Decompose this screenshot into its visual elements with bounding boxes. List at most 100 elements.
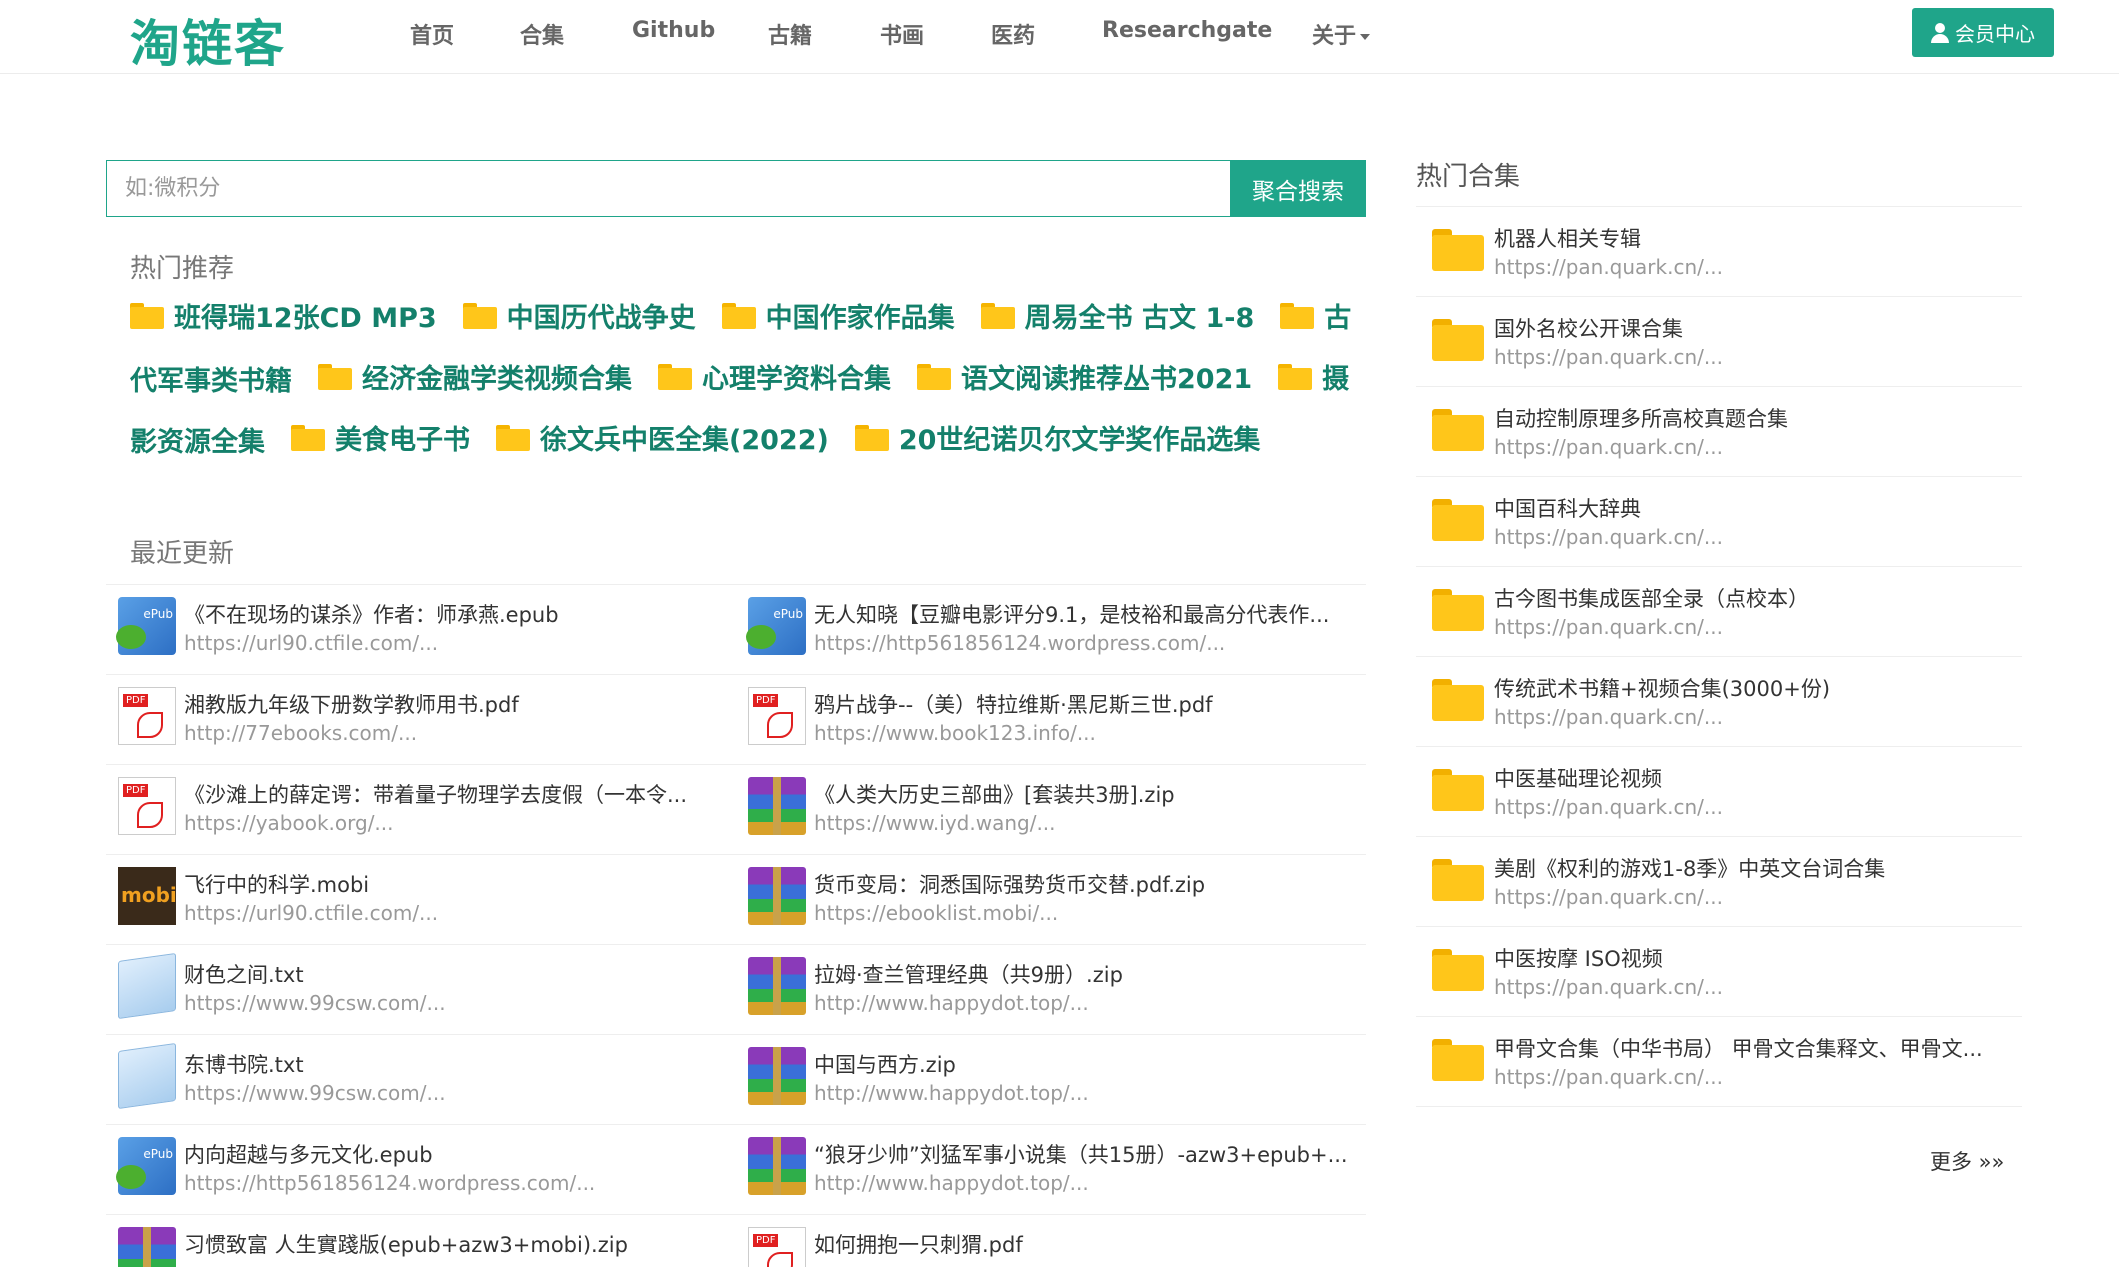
more-collections-link[interactable]: 更多 »» xyxy=(1930,1146,2004,1176)
file-name[interactable]: 货币变局：洞悉国际强势货币交替.pdf.zip xyxy=(814,869,1354,899)
hot-tag-label: 影资源全集 xyxy=(130,426,265,458)
table-row: 东博书院.txt https://www.99csw.com/... 中国与西方.… xyxy=(106,1035,1366,1125)
file-url: https://www.book123.info/... xyxy=(814,721,1096,745)
site-logo[interactable]: 淘链客 xyxy=(130,4,286,76)
file-name[interactable]: 湘教版九年级下册数学教师用书.pdf xyxy=(184,689,724,719)
collection-item[interactable]: 美剧《权利的游戏1-8季》中英文台词合集 https://pan.quark.cn… xyxy=(1416,837,2022,927)
file-name[interactable]: 东博书院.txt xyxy=(184,1049,724,1079)
epub-icon xyxy=(116,597,176,655)
collection-url: https://pan.quark.cn/... xyxy=(1494,525,1723,549)
file-name[interactable]: 鸦片战争--（美）特拉维斯·黑尼斯三世.pdf xyxy=(814,689,1354,719)
list-item[interactable]: 《沙滩上的薛定谔：带着量子物理学去度假（一本令...https://yabook… xyxy=(106,765,706,855)
collection-url: https://pan.quark.cn/... xyxy=(1494,885,1723,909)
txt-icon xyxy=(118,952,176,1020)
collection-item[interactable]: 国外名校公开课合集 https://pan.quark.cn/... xyxy=(1416,297,2022,387)
file-name[interactable]: 《不在现场的谋杀》作者：师承燕.epub xyxy=(184,599,724,629)
folder-icon xyxy=(1432,229,1484,271)
list-item[interactable]: 《人类大历史三部曲》[套装共3册].zip https://www.iyd.wan… xyxy=(736,765,1336,855)
folder-icon xyxy=(1432,589,1484,631)
collection-name[interactable]: 中医按摩 ISO视频 xyxy=(1494,943,2010,973)
collection-item[interactable]: 甲骨文合集（中华书局） 甲骨文合集释文、甲骨文... https://pan.qu… xyxy=(1416,1017,2022,1107)
nav-about-label: 关于 xyxy=(1312,24,1357,49)
file-name[interactable]: 拉姆·查兰管理经典（共9册）.zip xyxy=(814,959,1354,989)
hot-tag[interactable]: 经济金融学类视频合集 xyxy=(318,357,632,396)
file-name[interactable]: 内向超越与多元文化.epub xyxy=(184,1139,724,1169)
folder-icon xyxy=(854,424,889,451)
nav-calligraphy[interactable]: 书画 xyxy=(880,18,924,50)
file-name[interactable]: 中国与西方.zip xyxy=(814,1049,1354,1079)
hot-tag[interactable]: 班得瑞12张CD MP3 xyxy=(130,296,437,335)
folder-icon xyxy=(1432,769,1484,811)
file-url: https://url90.ctfile.com/... xyxy=(184,631,439,655)
nav-ancient-books[interactable]: 古籍 xyxy=(768,18,812,50)
collection-item[interactable]: 机器人相关专辑 https://pan.quark.cn/... xyxy=(1416,207,2022,297)
list-item[interactable]: 《不在现场的谋杀》作者：师承燕.epubhttps://url90.ctfile… xyxy=(106,585,706,675)
collection-name[interactable]: 自动控制原理多所高校真题合集 xyxy=(1494,403,2010,433)
collection-item[interactable]: 中国百科大辞典 https://pan.quark.cn/... xyxy=(1416,477,2022,567)
hot-tag[interactable]: 20世纪诺贝尔文学奖作品选集 xyxy=(854,418,1260,457)
nav-collections[interactable]: 合集 xyxy=(520,18,564,50)
hot-tag[interactable]: 摄 xyxy=(1278,357,1349,396)
hot-tag[interactable]: 影资源全集 xyxy=(130,420,265,459)
file-name[interactable]: 习惯致富 人生實踐版(epub+azw3+mobi).zip xyxy=(184,1229,724,1259)
collection-item[interactable]: 中医基础理论视频 https://pan.quark.cn/... xyxy=(1416,747,2022,837)
table-row: 习惯致富 人生實踐版(epub+azw3+mobi).zip 如何拥抱一只刺猬.… xyxy=(106,1215,1366,1267)
nav-github[interactable]: Github xyxy=(632,18,715,43)
list-item[interactable]: “狼牙少帅”刘猛军事小说集（共15册）-azw3+epub+... http://… xyxy=(736,1125,1348,1215)
search-button[interactable]: 聚合搜索 xyxy=(1230,160,1366,217)
file-name[interactable]: “狼牙少帅”刘猛军事小说集（共15册）-azw3+epub+... xyxy=(814,1139,1354,1169)
list-item[interactable]: 内向超越与多元文化.epubhttps://http561856124.word… xyxy=(106,1125,706,1215)
collection-url: https://pan.quark.cn/... xyxy=(1494,615,1723,639)
collection-name[interactable]: 美剧《权利的游戏1-8季》中英文台词合集 xyxy=(1494,853,2010,883)
hot-tag[interactable]: 古 xyxy=(1280,296,1351,335)
collection-name[interactable]: 传统武术书籍+视频合集(3000+份) xyxy=(1494,673,2010,703)
nav-about-dropdown[interactable]: 关于 xyxy=(1312,18,1371,50)
collection-item[interactable]: 中医按摩 ISO视频 https://pan.quark.cn/... xyxy=(1416,927,2022,1017)
member-center-button[interactable]: 会员中心 xyxy=(1912,8,2054,57)
list-item[interactable]: 如何拥抱一只刺猬.pdf xyxy=(736,1215,1336,1267)
collection-name[interactable]: 机器人相关专辑 xyxy=(1494,223,2010,253)
list-item[interactable]: 无人知晓【豆瓣电影评分9.1，是枝裕和最高分代表作...https://http… xyxy=(736,585,1336,675)
hot-tag[interactable]: 徐文兵中医全集(2022) xyxy=(496,418,829,457)
file-name[interactable]: 《沙滩上的薛定谔：带着量子物理学去度假（一本令... xyxy=(184,779,724,809)
list-item[interactable]: 财色之间.txt https://www.99csw.com/... xyxy=(106,945,706,1035)
nav-researchgate[interactable]: Researchgate xyxy=(1102,18,1272,43)
member-center-label: 会员中心 xyxy=(1955,22,2035,46)
hot-tag[interactable]: 语文阅读推荐丛书2021 xyxy=(917,357,1252,396)
collection-item[interactable]: 传统武术书籍+视频合集(3000+份) https://pan.quark.cn/… xyxy=(1416,657,2022,747)
collection-item[interactable]: 古今图书集成医部全录（点校本） https://pan.quark.cn/... xyxy=(1416,567,2022,657)
list-item[interactable]: 习惯致富 人生實踐版(epub+azw3+mobi).zip xyxy=(106,1215,706,1267)
hot-tag[interactable]: 中国作家作品集 xyxy=(721,296,955,335)
list-item[interactable]: 中国与西方.zip http://www.happydot.top/... xyxy=(736,1035,1336,1125)
zip-icon xyxy=(748,867,806,925)
search-input[interactable] xyxy=(106,160,1230,217)
collection-url: https://pan.quark.cn/... xyxy=(1494,1065,1723,1089)
collection-name[interactable]: 中国百科大辞典 xyxy=(1494,493,2010,523)
list-item[interactable]: 东博书院.txt https://www.99csw.com/... xyxy=(106,1035,706,1125)
list-item[interactable]: 湘教版九年级下册数学教师用书.pdfhttp://77ebooks.com/..… xyxy=(106,675,706,765)
file-name[interactable]: 《人类大历史三部曲》[套装共3册].zip xyxy=(814,779,1354,809)
list-item[interactable]: 鸦片战争--（美）特拉维斯·黑尼斯三世.pdfhttps://www.book1… xyxy=(736,675,1336,765)
file-name[interactable]: 飞行中的科学.mobi xyxy=(184,869,724,899)
file-name[interactable]: 如何拥抱一只刺猬.pdf xyxy=(814,1229,1354,1259)
table-row: 飞行中的科学.mobihttps://url90.ctfile.com/... … xyxy=(106,855,1366,945)
file-name[interactable]: 财色之间.txt xyxy=(184,959,724,989)
hot-tag[interactable]: 中国历代战争史 xyxy=(462,296,696,335)
list-item[interactable]: 飞行中的科学.mobihttps://url90.ctfile.com/... xyxy=(106,855,706,945)
collection-name[interactable]: 甲骨文合集（中华书局） 甲骨文合集释文、甲骨文... xyxy=(1494,1033,2010,1063)
hot-tag[interactable]: 心理学资料合集 xyxy=(658,357,891,396)
collection-item[interactable]: 自动控制原理多所高校真题合集 https://pan.quark.cn/... xyxy=(1416,387,2022,477)
hot-tag[interactable]: 代军事类书籍 xyxy=(130,359,292,398)
folder-icon xyxy=(1432,499,1484,541)
list-item[interactable]: 拉姆·查兰管理经典（共9册）.zip http://www.happydot.to… xyxy=(736,945,1336,1035)
collection-name[interactable]: 国外名校公开课合集 xyxy=(1494,313,2010,343)
file-name[interactable]: 无人知晓【豆瓣电影评分9.1，是枝裕和最高分代表作... xyxy=(814,599,1354,629)
collection-name[interactable]: 中医基础理论视频 xyxy=(1494,763,2010,793)
nav-home[interactable]: 首页 xyxy=(410,18,454,50)
nav-medicine[interactable]: 医药 xyxy=(991,18,1035,50)
hot-tag[interactable]: 美食电子书 xyxy=(291,418,470,457)
collection-name[interactable]: 古今图书集成医部全录（点校本） xyxy=(1494,583,2010,613)
hot-tag[interactable]: 周易全书 古文 1-8 xyxy=(980,296,1254,335)
list-item[interactable]: 货币变局：洞悉国际强势货币交替.pdf.zip https://ebooklist… xyxy=(736,855,1336,945)
zip-icon xyxy=(118,1227,176,1267)
